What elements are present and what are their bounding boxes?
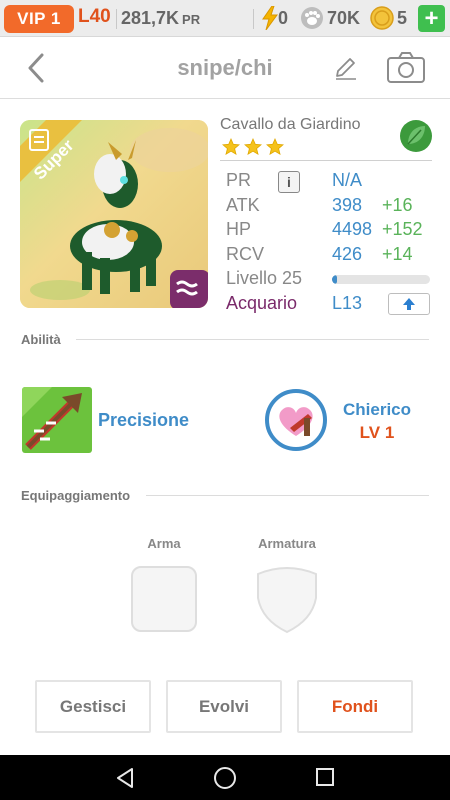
sign-row: Acquario L13 — [226, 293, 436, 317]
merge-button[interactable]: Fondi — [297, 680, 413, 733]
class-name[interactable]: Chierico — [334, 400, 420, 420]
divider — [116, 9, 117, 29]
divider — [146, 495, 429, 496]
stat-label: HP — [226, 219, 252, 239]
paw-icon — [301, 7, 323, 29]
stat-bonus: +14 — [382, 244, 413, 264]
divider — [76, 339, 429, 340]
food-value: 70K — [327, 7, 361, 28]
vip-badge[interactable]: VIP 1 — [4, 5, 74, 33]
sign-level: L13 — [332, 293, 363, 313]
food-counter[interactable]: 70K — [300, 6, 360, 30]
stat-row-rcv: RCV 426 +14 — [226, 244, 436, 268]
star-rating — [222, 138, 284, 156]
star-icon — [266, 138, 284, 156]
stat-bonus: +16 — [382, 195, 413, 215]
weapon-slot-label: Arma — [147, 536, 181, 551]
divider — [220, 160, 432, 161]
pet-portrait[interactable]: Super — [20, 120, 208, 308]
sign-label[interactable]: Acquario — [226, 293, 297, 314]
status-bar: VIP 1 L40 281,7K PR 0 70K 5 + — [0, 0, 450, 37]
level-label: Livello 25 — [226, 268, 303, 288]
camera-icon[interactable] — [386, 51, 426, 85]
header: snipe/chi — [0, 37, 450, 99]
equipment-section-title: Equipaggiamento — [21, 488, 131, 503]
power-rating-unit: PR — [182, 12, 201, 27]
arrow-up-icon — [403, 298, 415, 310]
star-icon — [222, 138, 240, 156]
weapon-slot[interactable] — [131, 566, 197, 632]
stat-value: 426 — [332, 244, 363, 264]
stat-label: PR — [226, 170, 252, 190]
page-title: snipe/chi — [177, 55, 273, 80]
abilities-section-title: Abilità — [21, 332, 61, 347]
system-recents-icon[interactable] — [316, 768, 334, 786]
skill-name[interactable]: Precisione — [98, 410, 189, 431]
pet-species-name: Cavallo da Giardino — [220, 116, 361, 133]
stat-label: ATK — [226, 195, 260, 215]
coin-value: 5 — [397, 7, 408, 28]
stat-value: 398 — [332, 195, 363, 215]
level-progress-fill — [332, 275, 337, 284]
pencil-icon[interactable] — [333, 55, 359, 81]
leaf-icon — [400, 120, 432, 152]
player-level: L40 — [78, 6, 111, 27]
star-icon — [244, 138, 262, 156]
stat-label: RCV — [226, 244, 265, 264]
armor-slot-label: Armatura — [258, 536, 316, 551]
stat-value: 4498 — [332, 219, 373, 239]
cleric-class-icon[interactable] — [264, 388, 328, 452]
system-home-icon[interactable] — [214, 767, 236, 789]
pet-artwork — [20, 120, 208, 308]
lightning-icon — [262, 6, 278, 30]
system-nav-bar — [0, 755, 450, 800]
level-row: Livello 25 — [226, 268, 436, 292]
power-rating-value: 281,7K — [121, 8, 180, 28]
coin-icon — [370, 6, 394, 30]
coin-counter[interactable]: 5 — [370, 6, 407, 30]
manage-button[interactable]: Gestisci — [35, 680, 151, 733]
upgrade-sign-button[interactable] — [388, 293, 430, 315]
stat-value: N/A — [332, 170, 363, 190]
stat-bonus: +152 — [382, 219, 423, 239]
armor-slot[interactable] — [254, 564, 320, 634]
energy-value: 0 — [278, 7, 289, 28]
power-rating: 281,7K PR — [121, 8, 200, 29]
stat-row-hp: HP 4498 +152 — [226, 219, 436, 243]
stat-row-pr: PR i N/A — [226, 170, 436, 194]
energy-counter[interactable]: 0 — [262, 6, 288, 30]
class-level: LV 1 — [359, 423, 395, 442]
evolve-button[interactable]: Evolvi — [166, 680, 282, 733]
level-progress-bar — [332, 275, 430, 284]
skill-icon[interactable] — [22, 387, 92, 453]
add-currency-button[interactable]: + — [418, 5, 445, 32]
system-back-icon[interactable] — [114, 767, 136, 789]
stat-row-atk: ATK 398 +16 — [226, 195, 436, 219]
divider — [253, 9, 254, 29]
info-button[interactable]: i — [278, 171, 300, 193]
